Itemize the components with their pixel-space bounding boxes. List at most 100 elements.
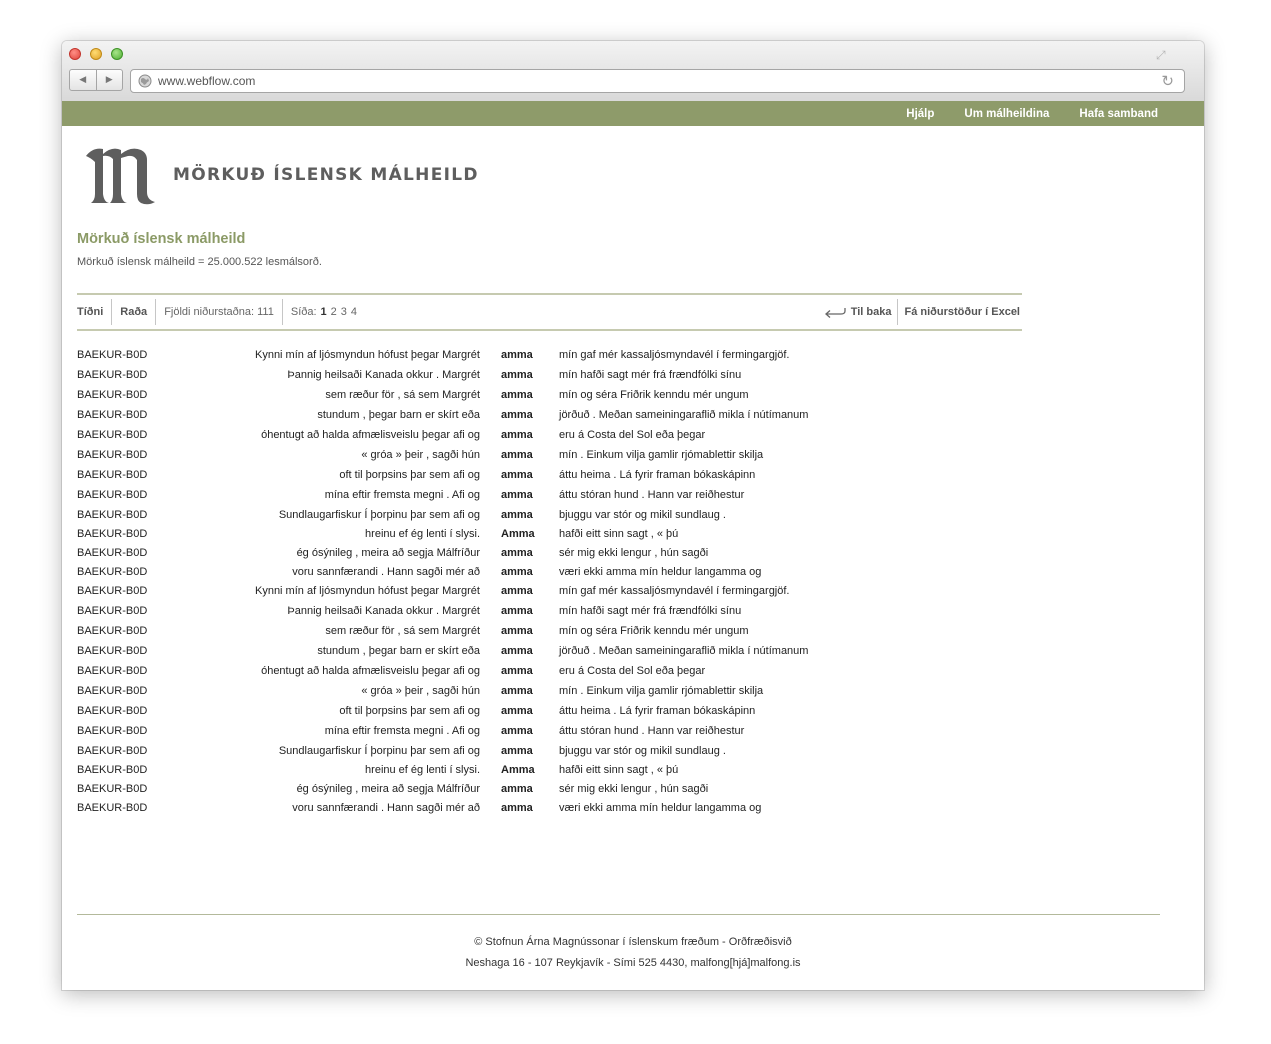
result-source: BAEKUR-B0D: [77, 449, 148, 461]
site-logo[interactable]: [84, 144, 158, 206]
result-keyword[interactable]: amma: [501, 469, 533, 481]
result-left-context: Þannig heilsaði Kanada okkur . Margrét: [287, 605, 480, 617]
result-source: BAEKUR-B0D: [77, 685, 148, 697]
result-left-context: stundum , þegar barn er skírt eða: [317, 645, 480, 657]
result-left-context: Sundlaugarfiskur Í þorpinu þar sem afi o…: [278, 509, 480, 521]
result-keyword[interactable]: amma: [501, 725, 533, 737]
nav-help-link[interactable]: Hjálp: [906, 108, 934, 120]
browser-window: ⤢ ◀ ▶ www.webflow.com ↻ Hjálp Um málheil…: [62, 41, 1204, 990]
fullscreen-icon[interactable]: ⤢: [1156, 48, 1170, 62]
url-text[interactable]: www.webflow.com: [158, 74, 255, 88]
logo-wordmark[interactable]: MÖRKUÐ ÍSLENSK MÁLHEILD: [173, 165, 479, 185]
result-keyword[interactable]: amma: [501, 566, 533, 578]
result-keyword[interactable]: amma: [501, 449, 533, 461]
result-keyword[interactable]: amma: [501, 389, 533, 401]
result-keyword[interactable]: amma: [501, 802, 533, 814]
sort-button[interactable]: Raða: [112, 299, 157, 325]
result-keyword[interactable]: amma: [501, 625, 533, 637]
address-bar[interactable]: www.webflow.com ↻: [130, 69, 1185, 93]
result-right-context: áttu heima . Lá fyrir framan bókaskápinn: [559, 705, 756, 717]
result-left-context: Þannig heilsaði Kanada okkur . Margrét: [287, 369, 480, 381]
forward-button[interactable]: ▶: [95, 70, 123, 90]
result-source: BAEKUR-B0D: [77, 469, 148, 481]
corpus-description: Mörkuð íslensk málheild = 25.000.522 les…: [77, 256, 322, 268]
result-row: BAEKUR-B0D óhentugt að halda afmælisveisl…: [77, 662, 977, 682]
frequency-button[interactable]: Tíðni: [77, 299, 113, 325]
result-keyword[interactable]: amma: [501, 745, 533, 757]
top-navigation: Hjálp Um málheildina Hafa samband: [62, 101, 1204, 126]
result-source: BAEKUR-B0D: [77, 585, 148, 597]
result-keyword[interactable]: amma: [501, 705, 533, 717]
page-title: Mörkuð íslensk málheild: [77, 231, 246, 247]
close-window-button[interactable]: [69, 48, 81, 60]
page-link-4[interactable]: 4: [351, 306, 357, 318]
result-row: BAEKUR-B0D óhentugt að halda afmælisveisl…: [77, 426, 977, 446]
result-left-context: oft til þorpsins þar sem afi og: [339, 705, 480, 717]
result-row: BAEKUR-B0D oft til þorpsins þar sem afi o…: [77, 702, 977, 722]
result-row: BAEKUR-B0D stundum , þegar barn er skírt …: [77, 642, 977, 662]
result-keyword[interactable]: amma: [501, 489, 533, 501]
result-source: BAEKUR-B0D: [77, 409, 148, 421]
result-source: BAEKUR-B0D: [77, 725, 148, 737]
result-keyword[interactable]: amma: [501, 369, 533, 381]
result-row: BAEKUR-B0D Sundlaugarfiskur Í þorpinu þar…: [77, 742, 977, 761]
result-source: BAEKUR-B0D: [77, 389, 148, 401]
result-right-context: bjuggu var stór og mikil sundlaug .: [559, 509, 726, 521]
result-left-context: ég ósýnileg , meira að segja Málfríður: [296, 783, 480, 795]
concordance-results: BAEKUR-B0D Kynni mín af ljósmyndun hófust…: [77, 346, 977, 818]
zoom-window-button[interactable]: [111, 48, 123, 60]
result-left-context: hreinu ef ég lenti í slysi.: [365, 528, 480, 540]
results-toolbar: Tíðni Raða Fjöldi niðurstaðna: 111 Síða:…: [77, 293, 1022, 331]
result-right-context: bjuggu var stór og mikil sundlaug .: [559, 745, 726, 757]
footer-institution: © Stofnun Árna Magnússonar í íslenskum f…: [474, 936, 792, 948]
result-source: BAEKUR-B0D: [77, 625, 148, 637]
result-row: BAEKUR-B0D voru sannfærandi . Hann sagði …: [77, 799, 977, 818]
result-keyword[interactable]: amma: [501, 429, 533, 441]
excel-export-link[interactable]: Fá niðurstöður í Excel: [898, 299, 1020, 325]
browser-toolbar: ⤢ ◀ ▶ www.webflow.com ↻: [62, 41, 1204, 102]
page-link-3[interactable]: 3: [341, 306, 347, 318]
result-keyword[interactable]: Amma: [501, 764, 535, 776]
result-right-context: jörðuð . Meðan sameiningaraflið mikla í …: [559, 409, 809, 421]
back-link-label[interactable]: Til baka: [851, 306, 892, 318]
result-keyword[interactable]: amma: [501, 645, 533, 657]
result-keyword[interactable]: amma: [501, 783, 533, 795]
result-right-context: mín hafði sagt mér frá frændfólki sínu: [559, 605, 742, 617]
result-row: BAEKUR-B0D stundum , þegar barn er skírt …: [77, 406, 977, 426]
result-right-context: sér mig ekki lengur , hún sagði: [559, 547, 709, 559]
result-right-context: áttu heima . Lá fyrir framan bókaskápinn: [559, 469, 756, 481]
result-left-context: voru sannfærandi . Hann sagði mér að: [292, 566, 480, 578]
result-source: BAEKUR-B0D: [77, 566, 148, 578]
result-right-context: áttu stóran hund . Hann var reiðhestur: [559, 489, 745, 501]
result-right-context: eru á Costa del Sol eða þegar: [559, 665, 706, 677]
result-left-context: óhentugt að halda afmælisveislu þegar af…: [261, 429, 480, 441]
pagination: Síða: 1 2 3 4: [283, 299, 365, 325]
result-right-context: væri ekki amma mín heldur langamma og: [559, 566, 762, 578]
result-keyword[interactable]: amma: [501, 585, 533, 597]
result-right-context: mín gaf mér kassaljósmyndavél í ferminga…: [559, 585, 790, 597]
result-keyword[interactable]: amma: [501, 605, 533, 617]
result-keyword[interactable]: amma: [501, 685, 533, 697]
result-keyword[interactable]: amma: [501, 665, 533, 677]
minimize-window-button[interactable]: [90, 48, 102, 60]
result-left-context: óhentugt að halda afmælisveislu þegar af…: [261, 665, 480, 677]
result-keyword[interactable]: amma: [501, 509, 533, 521]
page-link-2[interactable]: 2: [331, 306, 337, 318]
result-source: BAEKUR-B0D: [77, 547, 148, 559]
back-link[interactable]: Til baka: [818, 299, 899, 325]
nav-about-link[interactable]: Um málheildina: [964, 108, 1049, 120]
result-source: BAEKUR-B0D: [77, 745, 148, 757]
result-keyword[interactable]: amma: [501, 409, 533, 421]
result-source: BAEKUR-B0D: [77, 528, 148, 540]
nav-contact-link[interactable]: Hafa samband: [1079, 108, 1158, 120]
result-row: BAEKUR-B0D mína eftir fremsta megni . Afi…: [77, 486, 977, 506]
result-left-context: mína eftir fremsta megni . Afi og: [324, 725, 480, 737]
back-button[interactable]: ◀: [70, 70, 96, 90]
result-keyword[interactable]: amma: [501, 547, 533, 559]
footer: © Stofnun Árna Magnússonar í íslenskum f…: [62, 932, 1204, 974]
result-keyword[interactable]: Amma: [501, 528, 535, 540]
page-link-1[interactable]: 1: [321, 306, 327, 318]
reload-icon[interactable]: ↻: [1161, 72, 1174, 90]
result-source: BAEKUR-B0D: [77, 369, 148, 381]
result-keyword[interactable]: amma: [501, 349, 533, 361]
